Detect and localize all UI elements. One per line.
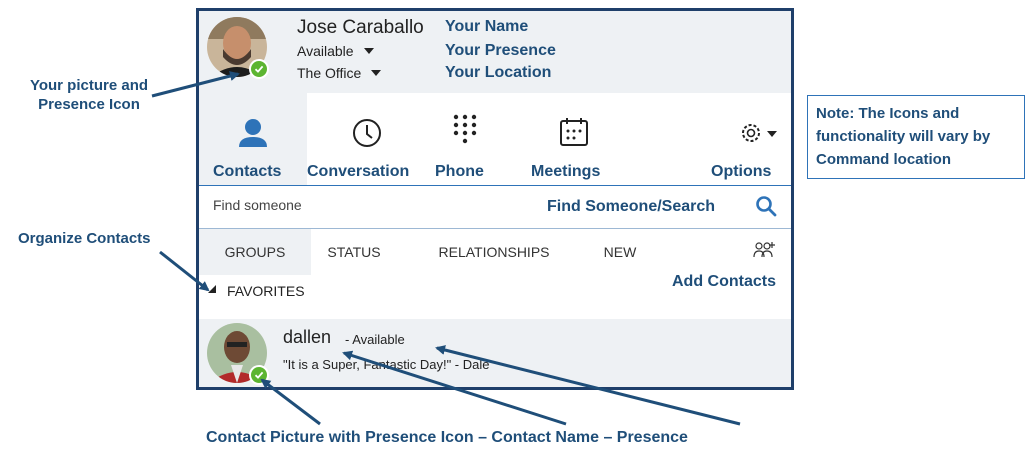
tab-contacts[interactable]: Contacts	[199, 93, 307, 185]
clock-icon	[353, 119, 381, 147]
collapse-triangle-icon	[208, 285, 216, 293]
tab-options-label: Options	[711, 163, 772, 180]
annotation-bottom-caption: Contact Picture with Presence Icon – Con…	[206, 429, 688, 446]
dialpad-icon	[453, 114, 477, 144]
tab-relationships[interactable]: RELATIONSHIPS	[429, 229, 559, 275]
contact-status: - Available	[345, 332, 405, 347]
location-selector[interactable]: The Office	[297, 65, 382, 81]
tab-conversation-label: Conversation	[307, 163, 410, 180]
chevron-down-icon	[371, 70, 382, 76]
tab-status[interactable]: STATUS	[319, 229, 389, 275]
tab-contacts-label: Contacts	[213, 163, 282, 180]
presence-label: Available	[297, 43, 354, 59]
annotation-your-picture: Your picture and Presence Icon	[29, 77, 149, 113]
tab-phone[interactable]: Phone	[431, 93, 501, 185]
annotation-organize-contacts: Organize Contacts	[18, 230, 151, 247]
chevron-down-icon	[363, 48, 374, 54]
user-name[interactable]: Jose Caraballo	[297, 17, 424, 39]
contact-note: "It is a Super, Fantastic Day!" - Dale	[283, 357, 490, 372]
annotation-your-presence: Your Presence	[445, 42, 556, 59]
annotation-note: Note: The Icons and functionality will v…	[807, 95, 1025, 179]
skype-client-window: Jose Caraballo Your Name Available Your …	[196, 8, 794, 390]
user-header: Jose Caraballo Your Name Available Your …	[199, 11, 791, 93]
presence-selector[interactable]: Available	[297, 43, 374, 59]
calendar-icon	[560, 118, 588, 146]
contact-list-item[interactable]: dallen - Available "It is a Super, Fanta…	[199, 319, 791, 387]
search-input[interactable]	[213, 197, 513, 213]
person-icon	[239, 119, 267, 147]
tab-meetings[interactable]: Meetings	[525, 93, 625, 185]
contact-name: dallen	[283, 327, 332, 347]
search-icon[interactable]	[755, 195, 777, 217]
tab-conversation[interactable]: Conversation	[307, 93, 427, 185]
annotation-your-name: Your Name	[445, 18, 529, 35]
contact-presence-icon	[249, 365, 269, 385]
command-bar: Contacts Conversation Phone Meetings Opt…	[199, 93, 791, 186]
options-menu[interactable]: Options	[699, 93, 791, 185]
tab-new[interactable]: NEW	[595, 229, 645, 275]
group-favorites-label: FAVORITES	[227, 283, 305, 299]
tab-phone-label: Phone	[435, 163, 484, 180]
contact-group-tabs: GROUPS STATUS RELATIONSHIPS NEW Add Cont…	[199, 229, 791, 290]
location-label: The Office	[297, 65, 362, 81]
annotation-add-contacts: Add Contacts	[672, 273, 776, 290]
annotation-your-location: Your Location	[445, 64, 552, 81]
chevron-down-icon	[767, 131, 777, 137]
add-contact-icon[interactable]	[753, 241, 777, 263]
tab-meetings-label: Meetings	[531, 163, 601, 180]
gear-icon	[742, 124, 760, 142]
search-bar: Find Someone/Search	[199, 186, 791, 229]
user-presence-icon	[249, 59, 269, 79]
tab-groups[interactable]: GROUPS	[199, 229, 311, 275]
annotation-find-search: Find Someone/Search	[547, 198, 716, 215]
